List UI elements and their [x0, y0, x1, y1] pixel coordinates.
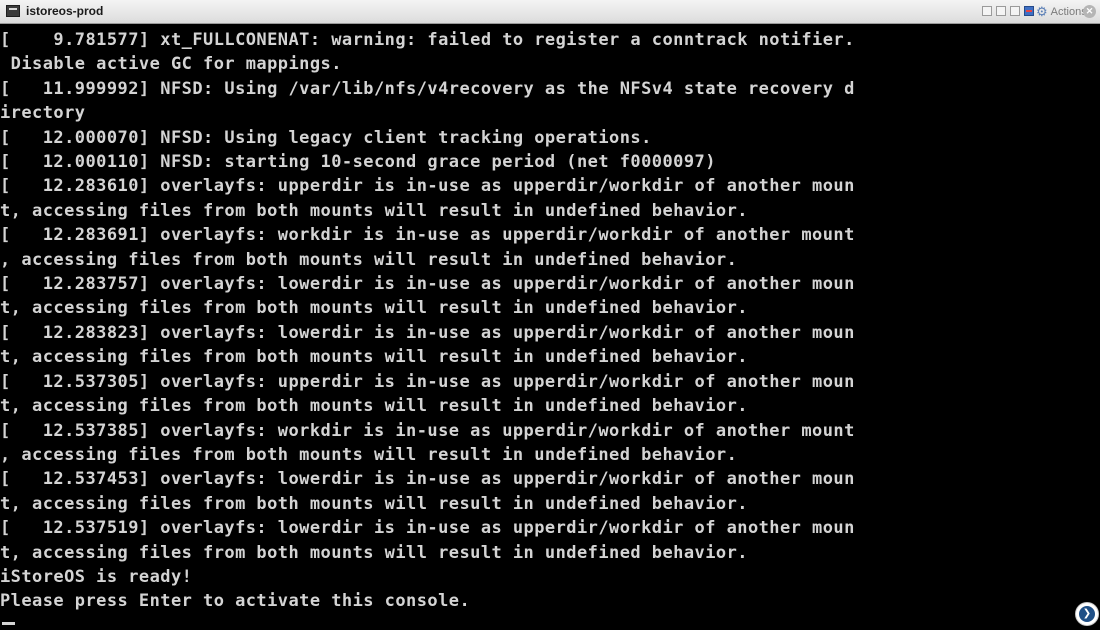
window-maximize-icon[interactable]	[1010, 6, 1020, 16]
console-line: [ 12.283691] overlayfs: workdir is in-us…	[0, 225, 855, 246]
console-line: t, accessing files from both mounts will…	[0, 396, 748, 417]
console-line: t, accessing files from both mounts will…	[0, 493, 748, 514]
console-line: [ 12.000070] NFSD: Using legacy client t…	[0, 127, 652, 148]
console-line: iStoreOS is ready!	[0, 566, 193, 587]
console-line: [ 11.999992] NFSD: Using /var/lib/nfs/v4…	[0, 78, 855, 99]
console-line: , accessing files from both mounts will …	[0, 249, 738, 270]
console-line: [ 12.537385] overlayfs: workdir is in-us…	[0, 420, 855, 441]
console-output: [ 9.781577] xt_FULLCONENAT: warning: fai…	[0, 24, 1100, 614]
window-title: istoreos-prod	[26, 4, 104, 18]
chevron-right-icon: ❯	[1079, 606, 1095, 622]
console-line: irectory	[0, 103, 86, 124]
console-line: t, accessing files from both mounts will…	[0, 200, 748, 221]
console-line: [ 12.537453] overlayfs: lowerdir is in-u…	[0, 469, 855, 490]
scroll-to-bottom-button[interactable]: ❯	[1076, 603, 1098, 625]
console-line: [ 12.000110] NFSD: starting 10-second gr…	[0, 152, 716, 173]
text-cursor	[2, 622, 15, 625]
console-screen[interactable]: [ 9.781577] xt_FULLCONENAT: warning: fai…	[0, 24, 1100, 630]
console-line: Please press Enter to activate this cons…	[0, 591, 471, 612]
terminal-icon	[6, 5, 20, 17]
console-line: [ 12.537519] overlayfs: lowerdir is in-u…	[0, 518, 855, 539]
console-line: [ 12.283823] overlayfs: lowerdir is in-u…	[0, 322, 855, 343]
actions-label: Actions	[1050, 6, 1087, 18]
console-line: [ 12.283610] overlayfs: upperdir is in-u…	[0, 176, 855, 197]
window-restore-icon[interactable]	[996, 6, 1006, 16]
console-line: t, accessing files from both mounts will…	[0, 347, 748, 368]
console-line: t, accessing files from both mounts will…	[0, 542, 748, 563]
console-line: t, accessing files from both mounts will…	[0, 298, 748, 319]
close-icon[interactable]: ✕	[1083, 5, 1096, 18]
console-line: Disable active GC for mappings.	[0, 54, 342, 75]
console-line: [ 12.283757] overlayfs: lowerdir is in-u…	[0, 274, 855, 295]
window-layout-icon[interactable]	[982, 6, 992, 16]
console-line: [ 12.537305] overlayfs: upperdir is in-u…	[0, 371, 855, 392]
keyboard-layout-icon[interactable]	[1024, 6, 1034, 16]
window-titlebar: istoreos-prod ⚙ Actions ✕	[0, 0, 1100, 24]
actions-button[interactable]: ⚙ Actions	[1036, 3, 1087, 21]
console-line: , accessing files from both mounts will …	[0, 444, 738, 465]
gear-icon: ⚙	[1036, 4, 1048, 19]
console-line: [ 9.781577] xt_FULLCONENAT: warning: fai…	[0, 30, 855, 50]
bottom-border	[0, 630, 1100, 634]
